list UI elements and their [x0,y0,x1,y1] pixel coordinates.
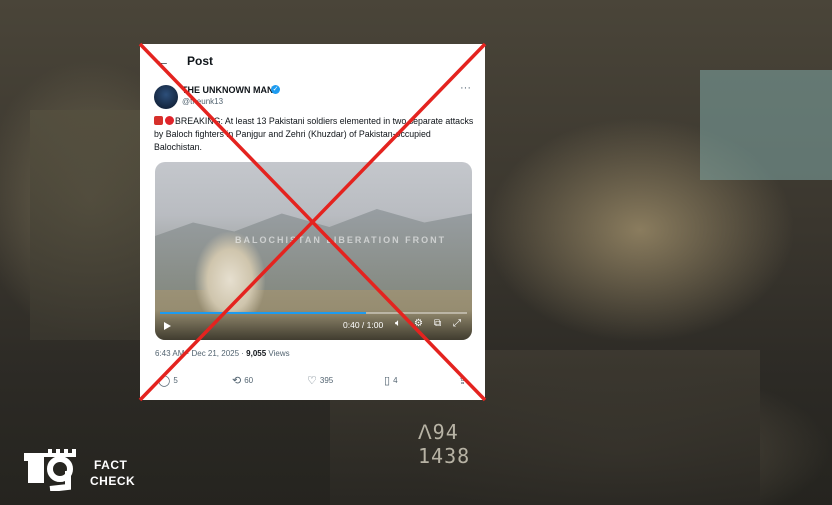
tweet-meta: 6:43 AM · Dec 21, 2025 · 9,055 Views [155,349,290,358]
verified-badge-icon: ✓ [271,85,280,94]
logo-mark-icon [24,449,76,491]
video-player[interactable]: BALOCHISTAN LIBERATION FRONT 0:40 / 1:00… [155,162,472,340]
video-progress-bar[interactable] [160,312,467,314]
tweet-actions: ◯ 5 ⟲ 60 ♡ 395 ▯ 4 ⇪ [140,374,485,394]
background-license-plate: ᐱ94 1438 [418,420,471,468]
repost-icon: ⟲ [232,375,242,387]
siren-emoji-icon [154,116,163,125]
settings-icon[interactable]: ⚙ [414,318,423,329]
logo-fact-text: FACT [94,458,128,472]
share-button[interactable]: ⇪ [458,374,470,387]
video-progress-fill [160,312,366,314]
red-circle-emoji-icon [165,116,174,125]
like-button[interactable]: ♡ 395 [307,374,333,387]
reply-count: 5 [173,376,178,385]
play-icon[interactable] [164,322,171,330]
post-header: ← Post [140,44,485,78]
views-count: 9,055 [246,349,267,358]
reply-icon: ◯ [158,375,171,387]
background-sign [700,70,832,180]
video-watermark: BALOCHISTAN LIBERATION FRONT [235,235,447,245]
bookmark-icon: ▯ [384,375,391,387]
tweet-text: BREAKING: At least 13 Pakistani soldiers… [154,115,474,154]
logo-check-text: CHECK [90,474,136,488]
bookmark-button[interactable]: ▯ 4 [384,374,398,387]
post-title: Post [187,54,214,68]
volume-icon[interactable]: 🔈︎ [395,318,401,329]
views-label: Views [266,349,290,358]
popout-icon[interactable]: ⧉ [434,318,441,329]
avatar[interactable] [154,85,178,109]
share-icon: ⇪ [458,375,468,387]
more-options-icon[interactable]: ··· [460,82,471,94]
author-handle[interactable]: @theunk13 [182,97,223,106]
repost-button[interactable]: ⟲ 60 [232,374,253,387]
repost-count: 60 [244,376,254,385]
video-controls-bar [155,310,472,340]
like-count: 395 [319,376,334,385]
tweet-timestamp[interactable]: 6:43 AM · Dec 21, 2025 · [155,349,246,358]
background-vehicle-left [30,110,140,340]
tweet-card: ← Post THE UNKNOWN MAN ✓ @theunk13 ··· B… [140,44,485,400]
video-time: 0:40 / 1:00 [343,320,384,330]
heart-icon: ♡ [307,375,317,387]
fullscreen-icon[interactable]: ⤢ [453,318,461,329]
author-name[interactable]: THE UNKNOWN MAN [182,85,274,95]
reply-button[interactable]: ◯ 5 [158,374,178,387]
bookmark-count: 4 [393,376,398,385]
tweet-body: BREAKING: At least 13 Pakistani soldiers… [154,116,474,152]
fact-check-logo: FACT CHECK [20,447,135,491]
arrow-left-icon[interactable]: ← [154,53,170,71]
